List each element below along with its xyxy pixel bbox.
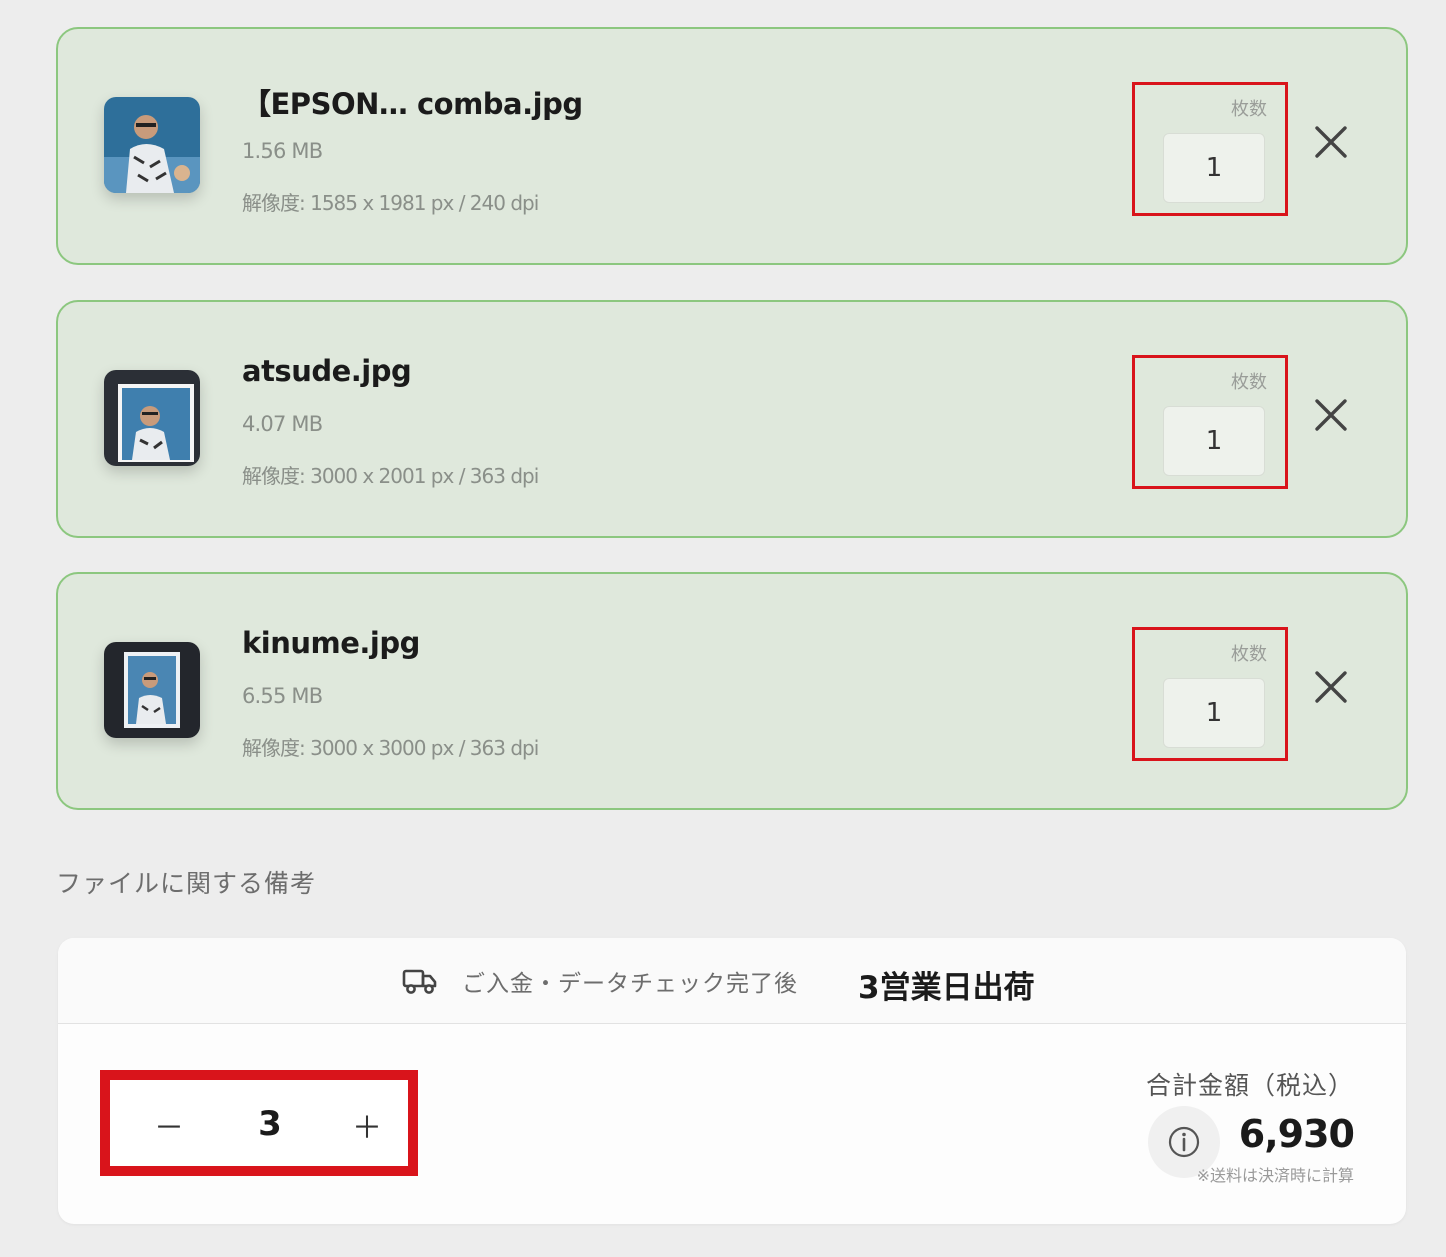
file-name: 【EPSON… comba.jpg bbox=[242, 87, 583, 121]
file-thumbnail bbox=[104, 642, 200, 738]
quantity-label: 枚数 bbox=[1231, 644, 1267, 665]
close-icon bbox=[1315, 671, 1347, 703]
truck-icon bbox=[402, 969, 437, 994]
file-resolution: 解像度: 1585 x 1981 px / 240 dpi bbox=[242, 191, 539, 215]
shipping-info-bar: ご入金・データチェック完了後 3営業日出荷 bbox=[58, 938, 1406, 1024]
file-name: kinume.jpg bbox=[242, 626, 420, 660]
quantity-label: 枚数 bbox=[1231, 372, 1267, 393]
info-icon bbox=[1168, 1126, 1200, 1158]
file-card: 【EPSON… comba.jpg 1.56 MB 解像度: 1585 x 19… bbox=[56, 27, 1408, 265]
file-thumbnail bbox=[104, 97, 200, 193]
file-size: 6.55 MB bbox=[242, 684, 323, 708]
quantity-value: 3 bbox=[258, 1104, 282, 1144]
file-card: atsude.jpg 4.07 MB 解像度: 3000 x 2001 px /… bbox=[56, 300, 1408, 538]
decrement-button[interactable]: － bbox=[144, 1100, 194, 1150]
close-icon bbox=[1315, 399, 1347, 431]
remove-file-button[interactable] bbox=[1310, 394, 1352, 436]
file-card: kinume.jpg 6.55 MB 解像度: 3000 x 3000 px /… bbox=[56, 572, 1408, 810]
quantity-input[interactable]: 1 bbox=[1163, 133, 1265, 203]
file-notes-label[interactable]: ファイルに関する備考 bbox=[56, 864, 316, 900]
quantity-highlight: 枚数 1 bbox=[1132, 355, 1288, 489]
total-price-value: 6,930 bbox=[1238, 1112, 1355, 1156]
order-summary-panel: ご入金・データチェック完了後 3営業日出荷 － 3 ＋ 合計金額（税込） 6,9… bbox=[58, 938, 1406, 1224]
increment-button[interactable]: ＋ bbox=[342, 1100, 392, 1150]
remove-file-button[interactable] bbox=[1310, 121, 1352, 163]
total-price-label: 合計金額（税込） bbox=[1145, 1071, 1354, 1100]
quantity-input[interactable]: 1 bbox=[1163, 406, 1265, 476]
quantity-highlight: 枚数 1 bbox=[1132, 82, 1288, 216]
quantity-input[interactable]: 1 bbox=[1163, 678, 1265, 748]
quantity-label: 枚数 bbox=[1231, 99, 1267, 120]
file-name: atsude.jpg bbox=[242, 354, 412, 388]
file-resolution: 解像度: 3000 x 3000 px / 363 dpi bbox=[242, 736, 539, 760]
shipping-fee-note: ※送料は決済時に計算 bbox=[1196, 1166, 1354, 1185]
file-size: 4.07 MB bbox=[242, 412, 323, 436]
quantity-stepper: － 3 ＋ bbox=[100, 1070, 418, 1176]
quantity-highlight: 枚数 1 bbox=[1132, 627, 1288, 761]
shipping-days-text: 3営業日出荷 bbox=[858, 970, 1035, 1006]
shipping-condition-text: ご入金・データチェック完了後 bbox=[462, 971, 798, 997]
remove-file-button[interactable] bbox=[1310, 666, 1352, 708]
file-size: 1.56 MB bbox=[242, 139, 323, 163]
file-resolution: 解像度: 3000 x 2001 px / 363 dpi bbox=[242, 464, 539, 488]
close-icon bbox=[1315, 126, 1347, 158]
file-thumbnail bbox=[104, 370, 200, 466]
